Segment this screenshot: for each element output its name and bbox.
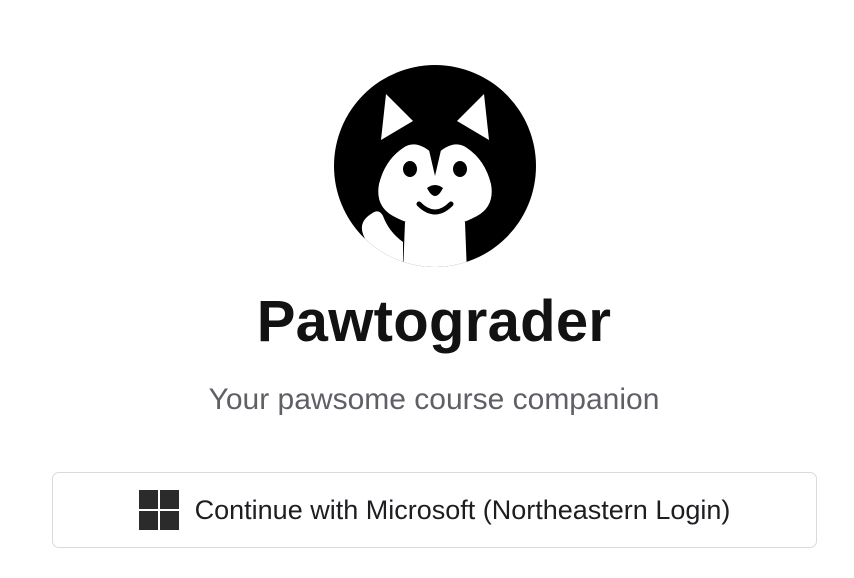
microsoft-windows-icon bbox=[138, 490, 179, 530]
husky-logo-icon bbox=[333, 64, 537, 268]
app-title: Pawtograder bbox=[256, 289, 612, 354]
login-button-label: Continue with Microsoft (Northeastern Lo… bbox=[194, 495, 731, 525]
microsoft-login-button[interactable]: Continue with Microsoft (Northeastern Lo… bbox=[52, 472, 817, 548]
login-page: Pawtograder Your pawsome course companio… bbox=[0, 0, 854, 578]
app-tagline: Your pawsome course companion bbox=[208, 383, 660, 416]
